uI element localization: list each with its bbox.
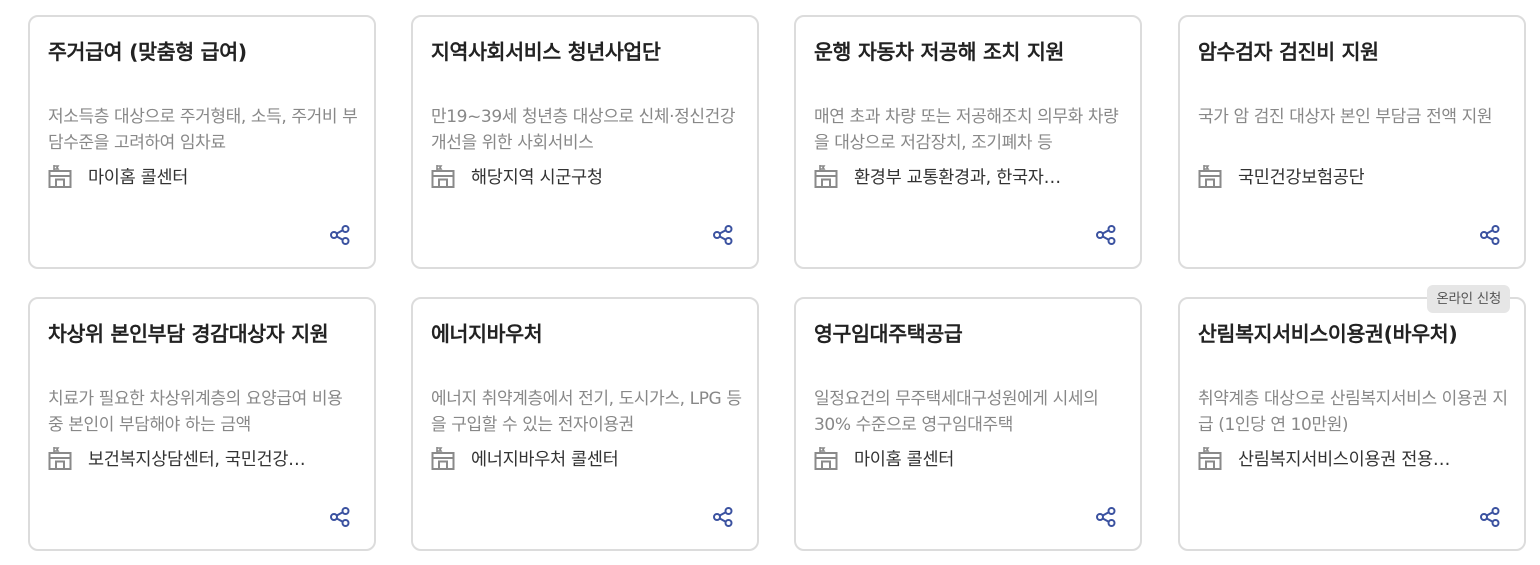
share-icon (713, 225, 733, 245)
card-org: 해당지역 시군구청 (431, 161, 739, 191)
service-card[interactable]: 차상위 본인부담 경감대상자 지원 치료가 필요한 차상위계층의 요양급여 비용… (28, 297, 376, 551)
building-icon (814, 165, 838, 188)
share-icon (1480, 507, 1500, 527)
online-apply-badge: 온라인 신청 (1427, 285, 1510, 313)
share-button[interactable] (328, 505, 352, 529)
building-icon (48, 165, 72, 188)
card-org-label: 환경부 교통환경과, 한국자… (854, 167, 1061, 188)
building-icon (431, 447, 455, 470)
card-org-label: 산림복지서비스이용권 전용… (1238, 449, 1451, 470)
service-card[interactable]: 지역사회서비스 청년사업단 만19~39세 청년층 대상으로 신체·정신건강 개… (411, 15, 759, 269)
card-description: 저소득층 대상으로 주거형태, 소득, 주거비 부담수준을 고려하여 임차료 (48, 107, 358, 153)
service-card[interactable]: 운행 자동차 저공해 조치 지원 매연 초과 차량 또는 저공해조치 의무화 차… (794, 15, 1142, 269)
share-icon (713, 507, 733, 527)
share-icon (330, 225, 350, 245)
share-button[interactable] (1478, 223, 1502, 247)
card-org-label: 국민건강보험공단 (1238, 167, 1365, 188)
building-icon (1198, 165, 1222, 188)
service-card[interactable]: 주거급여 (맞춤형 급여) 저소득층 대상으로 주거형태, 소득, 주거비 부담… (28, 15, 376, 269)
service-card[interactable]: 영구임대주택공급 일정요건의 무주택세대구성원에게 시세의 30% 수준으로 영… (794, 297, 1142, 551)
card-title: 운행 자동차 저공해 조치 지원 (814, 40, 1065, 64)
building-icon (431, 165, 455, 188)
share-icon (1480, 225, 1500, 245)
share-icon (1096, 225, 1116, 245)
card-description: 매연 초과 차량 또는 저공해조치 의무화 차량을 대상으로 저감장치, 조기폐… (814, 107, 1119, 153)
service-card[interactable]: 온라인 신청 산림복지서비스이용권(바우처) 취약계층 대상으로 산림복지서비스… (1178, 285, 1526, 551)
card-org-label: 에너지바우처 콜센터 (471, 449, 619, 470)
service-card-grid: 주거급여 (맞춤형 급여) 저소득층 대상으로 주거형태, 소득, 주거비 부담… (0, 0, 1540, 565)
card-org: 산림복지서비스이용권 전용… (1198, 443, 1506, 473)
building-icon (1198, 447, 1222, 470)
card-description: 치료가 필요한 차상위계층의 요양급여 비용 중 본인이 부담해야 하는 금액 (48, 389, 343, 435)
card-org-label: 해당지역 시군구청 (471, 167, 603, 188)
share-icon (330, 507, 350, 527)
card-title: 지역사회서비스 청년사업단 (431, 40, 661, 64)
share-button[interactable] (328, 223, 352, 247)
share-icon (1096, 507, 1116, 527)
card-title: 암수검자 검진비 지원 (1198, 40, 1379, 64)
service-card[interactable]: 암수검자 검진비 지원 국가 암 검진 대상자 본인 부담금 전액 지원 국민건… (1178, 15, 1526, 269)
share-button[interactable] (1478, 505, 1502, 529)
card-title: 주거급여 (맞춤형 급여) (48, 40, 247, 64)
card-title: 에너지바우처 (431, 322, 543, 346)
card-description: 에너지 취약계층에서 전기, 도시가스, LPG 등을 구입할 수 있는 전자이… (431, 389, 742, 435)
share-button[interactable] (1094, 505, 1118, 529)
service-card[interactable]: 에너지바우처 에너지 취약계층에서 전기, 도시가스, LPG 등을 구입할 수… (411, 297, 759, 551)
building-icon (48, 447, 72, 470)
card-description: 일정요건의 무주택세대구성원에게 시세의 30% 수준으로 영구임대주택 (814, 389, 1099, 435)
card-org-label: 마이홈 콜센터 (88, 167, 189, 188)
card-org: 국민건강보험공단 (1198, 161, 1506, 191)
share-button[interactable] (1094, 223, 1118, 247)
card-description: 만19~39세 청년층 대상으로 신체·정신건강 개선을 위한 사회서비스 (431, 107, 736, 153)
card-title: 차상위 본인부담 경감대상자 지원 (48, 322, 329, 346)
building-icon (814, 447, 838, 470)
card-org-label: 마이홈 콜센터 (854, 449, 955, 470)
card-description: 취약계층 대상으로 산림복지서비스 이용권 지급 (1인당 연 10만원) (1198, 389, 1508, 435)
card-org: 보건복지상담센터, 국민건강… (48, 443, 356, 473)
share-button[interactable] (711, 505, 735, 529)
share-button[interactable] (711, 223, 735, 247)
card-title: 산림복지서비스이용권(바우처) (1198, 322, 1458, 346)
card-description: 국가 암 검진 대상자 본인 부담금 전액 지원 (1198, 107, 1493, 127)
card-title: 영구임대주택공급 (814, 322, 963, 346)
card-org: 마이홈 콜센터 (48, 161, 356, 191)
card-org: 에너지바우처 콜센터 (431, 443, 739, 473)
card-org: 마이홈 콜센터 (814, 443, 1122, 473)
card-org: 환경부 교통환경과, 한국자… (814, 161, 1122, 191)
card-org-label: 보건복지상담센터, 국민건강… (88, 449, 306, 470)
